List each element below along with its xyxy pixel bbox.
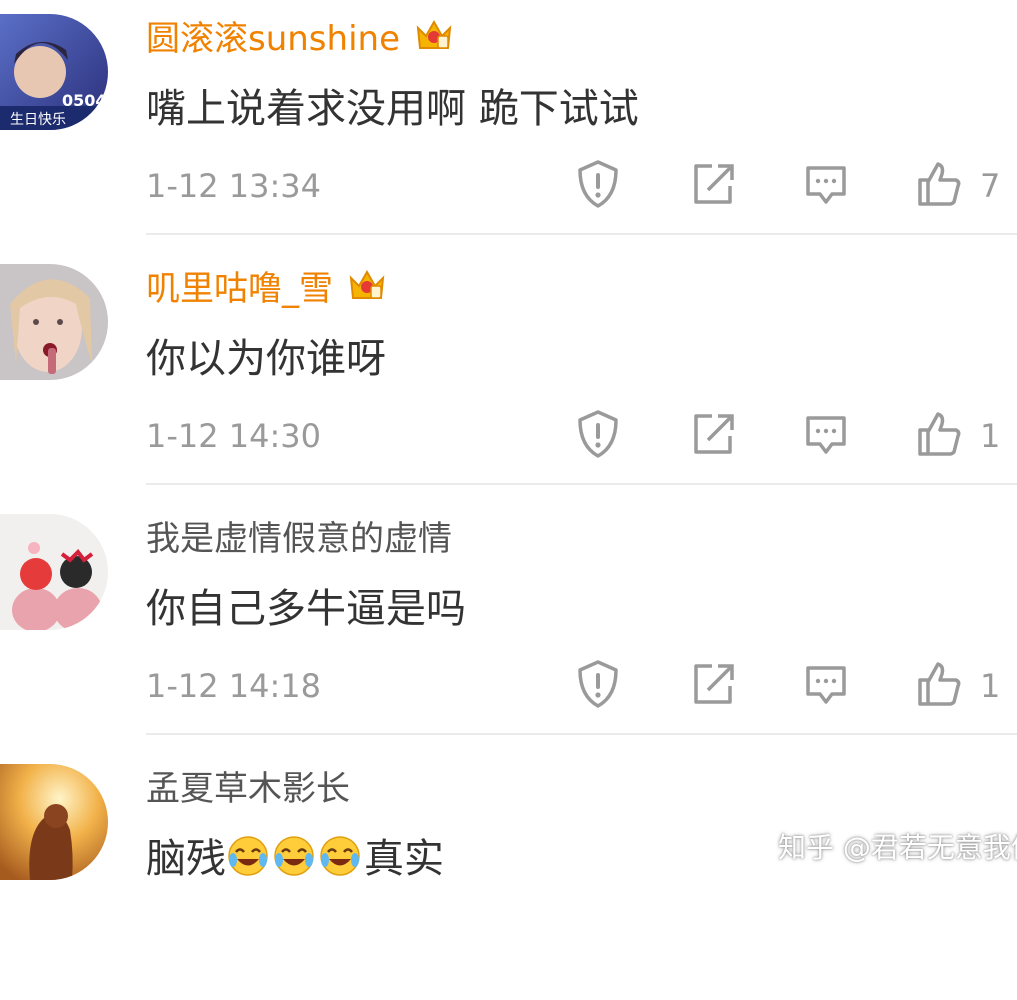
comment-item: 0504 生日快乐 圆滚滚sunshine 嘴上说着求没用啊 跪下试试 1-12…	[0, 0, 1017, 250]
forward-icon	[694, 414, 734, 454]
forward-button[interactable]	[688, 158, 736, 210]
divider	[146, 233, 1017, 235]
avatar[interactable]: 0504 生日快乐	[0, 14, 108, 130]
thumbs-up-icon	[918, 412, 961, 456]
comment-text: 嘴上说着求没用啊 跪下试试	[146, 86, 639, 132]
forward-icon	[694, 664, 734, 704]
alert-shield-icon	[578, 160, 618, 208]
alert-shield-icon	[578, 410, 618, 458]
divider	[146, 483, 1017, 485]
reply-button[interactable]	[802, 408, 850, 460]
reply-icon	[806, 416, 846, 454]
username[interactable]: 孟夏草木影长	[146, 766, 350, 812]
timestamp: 1-12 13:34	[146, 167, 322, 205]
comment-text: 你以为你谁呀	[146, 336, 386, 382]
report-button[interactable]	[574, 658, 622, 710]
crown-icon	[414, 16, 454, 66]
username[interactable]: 圆滚滚sunshine	[146, 16, 454, 66]
like-button[interactable]	[914, 408, 962, 460]
avatar[interactable]	[0, 264, 108, 380]
crown-icon	[347, 266, 387, 316]
thumbs-up-icon	[918, 662, 961, 706]
timestamp: 1-12 14:18	[146, 667, 322, 705]
thumbs-up-icon	[918, 162, 961, 206]
crying-laughing-emoji	[272, 834, 316, 892]
avatar-birthday-text: 生日快乐	[10, 112, 66, 128]
avatar[interactable]	[0, 514, 108, 630]
forward-button[interactable]	[688, 408, 736, 460]
username[interactable]: 叽里咕噜_雪	[146, 266, 387, 316]
crying-laughing-emoji	[318, 834, 362, 892]
like-count: 1	[980, 417, 1001, 455]
like-count: 1	[980, 667, 1001, 705]
divider	[146, 733, 1017, 735]
crying-laughing-emoji	[226, 834, 270, 892]
comment-text: 脑残 真实	[146, 832, 444, 892]
reply-button[interactable]	[802, 658, 850, 710]
like-count: 7	[980, 167, 1001, 205]
comment-item: 孟夏草木影长 脑残 真实	[0, 750, 1017, 1000]
comment-item: 我是虚情假意的虚情 你自己多牛逼是吗 1-12 14:18 1	[0, 500, 1017, 750]
comment-text: 你自己多牛逼是吗	[146, 586, 466, 632]
alert-shield-icon	[578, 660, 618, 708]
avatar-date-text: 0504	[62, 91, 107, 110]
report-button[interactable]	[574, 158, 622, 210]
reply-icon	[806, 166, 846, 204]
reply-icon	[806, 666, 846, 704]
forward-icon	[694, 164, 734, 204]
reply-button[interactable]	[802, 158, 850, 210]
like-button[interactable]	[914, 658, 962, 710]
avatar[interactable]	[0, 764, 108, 880]
report-button[interactable]	[574, 408, 622, 460]
comment-item: 叽里咕噜_雪 你以为你谁呀 1-12 14:30 1	[0, 250, 1017, 500]
username[interactable]: 我是虚情假意的虚情	[146, 516, 452, 562]
watermark: 知乎 @君若无意我便休	[778, 831, 1017, 864]
timestamp: 1-12 14:30	[146, 417, 322, 455]
like-button[interactable]	[914, 158, 962, 210]
forward-button[interactable]	[688, 658, 736, 710]
